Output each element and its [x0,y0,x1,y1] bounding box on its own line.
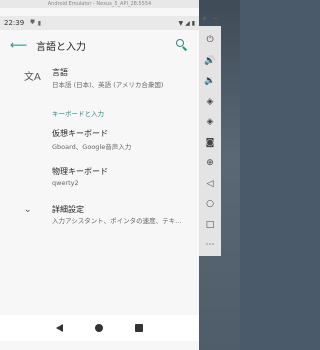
emulator-window-controls: × − [199,16,221,24]
camera-icon[interactable]: ◙ [206,133,215,154]
physical-keyboard-title: 物理キーボード [52,167,108,176]
settings-item-physical-keyboard[interactable]: 物理キーボード qwerty2 [0,162,199,194]
status-time: 22:39 [4,19,25,27]
language-subtitle: 日本語 (日本)、英語 (アメリカ合衆国) [52,81,164,89]
close-icon[interactable]: × [202,16,206,24]
shield-icon: ⛊ [30,19,35,26]
virtual-keyboard-title: 仮想キーボード [52,129,108,138]
language-title: 言語 [52,68,68,77]
sd-card-icon: ▮ [37,19,42,27]
rotate-left-icon[interactable]: ◈ [207,92,214,113]
overview-icon[interactable]: □ [206,215,215,236]
volume-up-icon[interactable]: 🔊 [204,51,215,72]
nav-back-icon[interactable] [56,324,63,332]
keyboard-section-header: キーボードと入力 [52,110,104,118]
advanced-title: 詳細設定 [52,205,84,214]
emulator-side-toolbar: ⏻ 🔊 🔉 ◈ ◈ ◙ ⊕ ◁ ○ □ ⋯ [199,26,221,256]
power-icon[interactable]: ⏻ [206,30,213,51]
search-icon[interactable] [175,38,189,52]
nav-recents-icon[interactable] [135,324,143,332]
virtual-keyboard-subtitle: Gboard、Google音声入力 [52,143,132,151]
settings-item-language[interactable]: 文A 言語 日本語 (日本)、英語 (アメリカ合衆国) [0,62,199,94]
android-nav-bar [0,315,199,341]
android-status-bar: 22:39 ⛊ ▮ ▼ ◢ ▮ [0,16,199,30]
more-icon[interactable]: ⋯ [206,235,215,256]
nav-home-icon[interactable] [95,324,103,332]
advanced-subtitle: 入力アシスタント、ポインタの速度、テキ... [52,217,182,225]
home-icon[interactable]: ○ [206,194,214,215]
zoom-icon[interactable]: ⊕ [206,153,214,174]
emulator-window: Android Emulator - Nexus_5_API_28:5554 2… [0,0,199,350]
physical-keyboard-subtitle: qwerty2 [52,179,79,187]
signal-icon: ◢ [185,19,190,27]
volume-down-icon[interactable]: 🔉 [204,71,215,92]
settings-item-advanced[interactable]: ⌄ 詳細設定 入力アシスタント、ポインタの速度、テキ... [0,200,199,232]
wifi-icon: ▼ [178,19,184,27]
back-icon[interactable]: ◁ [207,174,214,195]
translate-icon: 文A [24,72,41,83]
emulator-title-bar[interactable]: Android Emulator - Nexus_5_API_28:5554 [0,0,199,8]
arrow-back-icon[interactable]: ⟵ [10,38,32,52]
chevron-down-icon: ⌄ [24,205,32,215]
battery-icon: ▮ [191,19,195,27]
emulator-title: Android Emulator - Nexus_5_API_28:5554 [47,1,152,7]
settings-item-virtual-keyboard[interactable]: 仮想キーボード Gboard、Google音声入力 [0,124,199,156]
search-icon-handle [182,46,188,51]
rotate-right-icon[interactable]: ◈ [207,112,214,133]
page-title: 言語と入力 [36,41,86,53]
app-bar: ⟵ 言語と入力 [0,30,199,60]
minimize-icon[interactable]: − [213,16,217,24]
